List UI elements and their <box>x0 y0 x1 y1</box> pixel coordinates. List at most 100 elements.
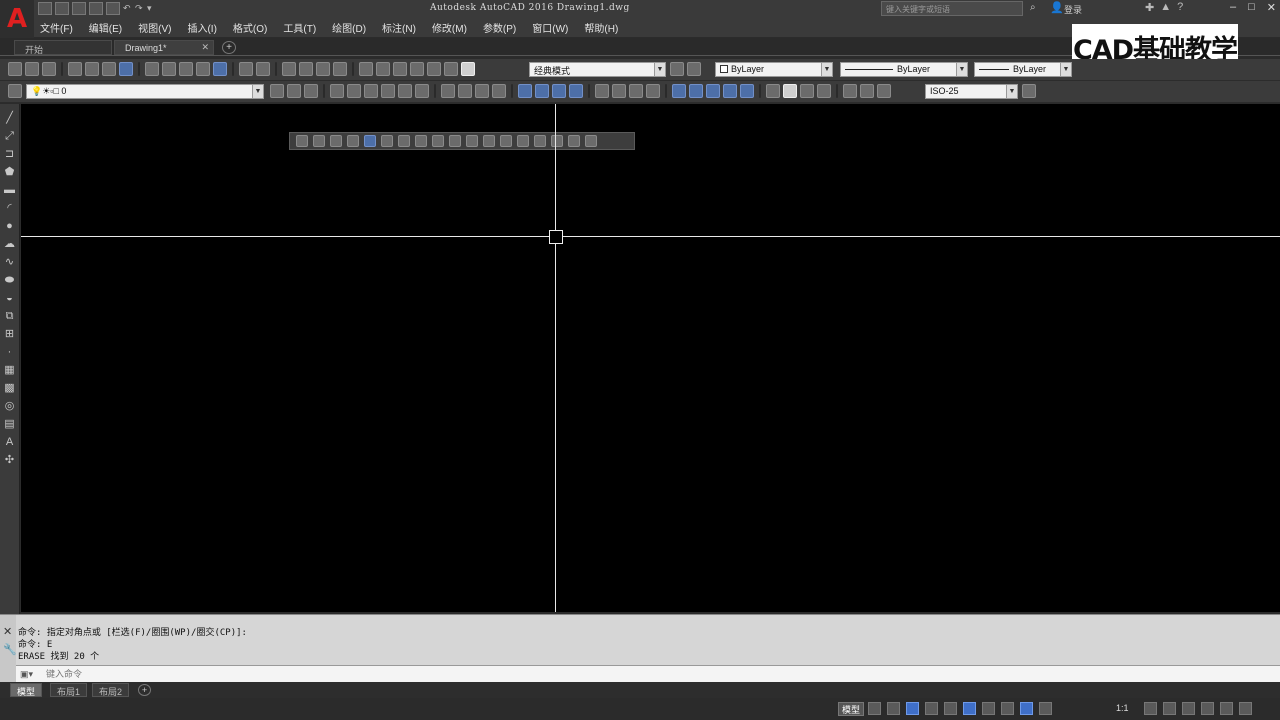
join-icon[interactable] <box>517 135 529 147</box>
menu-edit[interactable]: 编辑(E) <box>81 20 130 35</box>
undo-icon[interactable] <box>239 62 253 76</box>
dim-radius-icon[interactable] <box>595 84 609 98</box>
undo-icon[interactable]: ↶ <box>123 2 132 15</box>
workspace-switch-icon[interactable] <box>1144 702 1157 715</box>
workspace-select[interactable]: 经典模式 ▼ <box>529 62 666 77</box>
application-menu-button[interactable]: A <box>0 0 34 38</box>
insert-block-icon[interactable]: ⧉ <box>3 310 16 323</box>
transparency-icon[interactable] <box>1001 702 1014 715</box>
dimstyle-select[interactable]: ISO-25 ▼ <box>925 84 1018 99</box>
make-block-icon[interactable]: ⊞ <box>3 328 16 341</box>
copy-object-icon[interactable] <box>313 135 325 147</box>
quickcalc-icon[interactable] <box>444 62 458 76</box>
dim-angular-icon[interactable] <box>646 84 660 98</box>
dim-linear-icon[interactable] <box>518 84 532 98</box>
circle-icon[interactable]: ● <box>3 220 16 233</box>
center-mark-icon[interactable] <box>783 84 797 98</box>
ellipse-icon[interactable]: ⬬ <box>3 274 16 287</box>
offset-icon[interactable] <box>347 135 359 147</box>
open-icon[interactable] <box>25 62 39 76</box>
dim-edit-icon[interactable] <box>843 84 857 98</box>
drawing-canvas[interactable] <box>21 104 1280 612</box>
quick-dim-icon[interactable] <box>672 84 686 98</box>
tab-model[interactable]: 模型 <box>10 683 43 697</box>
osnap-icon[interactable] <box>944 702 957 715</box>
save-as-icon[interactable] <box>89 2 103 15</box>
properties-icon[interactable] <box>359 62 373 76</box>
region-icon[interactable]: ◎ <box>3 400 16 413</box>
menu-insert[interactable]: 插入(I) <box>179 20 224 35</box>
arc-icon[interactable]: ◜ <box>3 202 16 215</box>
dim-diameter-icon[interactable] <box>629 84 643 98</box>
cut-icon[interactable] <box>145 62 159 76</box>
lineweight-icon[interactable] <box>982 702 995 715</box>
spline-icon[interactable]: ∿ <box>3 256 16 269</box>
customization-icon[interactable] <box>1239 702 1252 715</box>
menu-tools[interactable]: 工具(T) <box>275 20 324 35</box>
lineweight-select[interactable]: ByLayer ▼ <box>974 62 1072 77</box>
rectangle-icon[interactable]: ▬ <box>3 184 16 197</box>
dim-aligned-icon[interactable] <box>535 84 549 98</box>
break-icon[interactable] <box>500 135 512 147</box>
explode-icon[interactable] <box>585 135 597 147</box>
copy-icon[interactable] <box>162 62 176 76</box>
minimize-icon[interactable]: – <box>1230 1 1236 14</box>
add-selected-icon[interactable]: ✣ <box>3 454 16 467</box>
gradient-icon[interactable]: ▩ <box>3 382 16 395</box>
otrack-icon[interactable] <box>963 702 976 715</box>
array-icon[interactable] <box>364 135 376 147</box>
linetype-select[interactable]: ByLayer ▼ <box>840 62 968 77</box>
block-editor-icon[interactable] <box>213 62 227 76</box>
grid-icon[interactable] <box>868 702 881 715</box>
workspace-settings-icon[interactable] <box>670 62 684 76</box>
preview-icon[interactable] <box>85 62 99 76</box>
extend-icon[interactable] <box>466 135 478 147</box>
break-at-point-icon[interactable] <box>483 135 495 147</box>
markup-icon[interactable] <box>427 62 441 76</box>
auto-scale-icon[interactable] <box>1039 702 1052 715</box>
layer-unisolate-icon[interactable] <box>347 84 361 98</box>
dim-style-manager-icon[interactable] <box>1022 84 1036 98</box>
customize-wrench-icon[interactable]: 🔧 <box>3 643 17 656</box>
help-icon[interactable] <box>461 62 475 76</box>
match-prop-icon[interactable] <box>196 62 210 76</box>
hatch-icon[interactable]: ▦ <box>3 364 16 377</box>
table-icon[interactable]: ▤ <box>3 418 16 431</box>
command-prompt-icon[interactable]: ▣▾ <box>20 669 33 680</box>
menu-view[interactable]: 视图(V) <box>130 20 179 35</box>
plot-icon[interactable] <box>68 62 82 76</box>
help-icon[interactable]: ? <box>1177 1 1183 14</box>
print-icon[interactable] <box>106 2 120 15</box>
ellipse-arc-icon[interactable]: ◒ <box>3 292 16 305</box>
pan-icon[interactable] <box>282 62 296 76</box>
layer-previous-icon[interactable] <box>287 84 301 98</box>
annotation-scale[interactable]: 1:1 <box>1116 703 1129 713</box>
layer-state-icon[interactable] <box>304 84 318 98</box>
user-icon[interactable]: 👤 <box>1050 1 1064 15</box>
tab-start[interactable]: 开始 <box>14 40 112 55</box>
layer-merge-icon[interactable] <box>458 84 472 98</box>
erase-icon[interactable] <box>296 135 308 147</box>
dim-update-icon[interactable] <box>877 84 891 98</box>
save-icon[interactable] <box>72 2 86 15</box>
qat-dropdown-icon[interactable]: ▾ <box>147 2 156 15</box>
menu-help[interactable]: 帮助(H) <box>576 20 626 35</box>
zoom-window-icon[interactable] <box>316 62 330 76</box>
blend-icon[interactable] <box>568 135 580 147</box>
dim-continue-icon[interactable] <box>706 84 720 98</box>
add-layout-icon[interactable]: + <box>138 684 151 696</box>
stretch-icon[interactable] <box>432 135 444 147</box>
redo-icon[interactable] <box>256 62 270 76</box>
tab-drawing1[interactable]: Drawing1* ✕ <box>114 40 214 55</box>
save-icon[interactable] <box>42 62 56 76</box>
layer-isolate-icon[interactable] <box>330 84 344 98</box>
dim-break-icon[interactable] <box>740 84 754 98</box>
layer-off-icon[interactable] <box>364 84 378 98</box>
qnew-icon[interactable] <box>8 62 22 76</box>
publish-icon[interactable] <box>102 62 116 76</box>
a360-icon[interactable]: ▲ <box>1160 1 1171 14</box>
point-icon[interactable]: · <box>3 346 16 359</box>
trim-icon[interactable] <box>449 135 461 147</box>
new-icon[interactable] <box>38 2 52 15</box>
menu-window[interactable]: 窗口(W) <box>524 20 576 35</box>
